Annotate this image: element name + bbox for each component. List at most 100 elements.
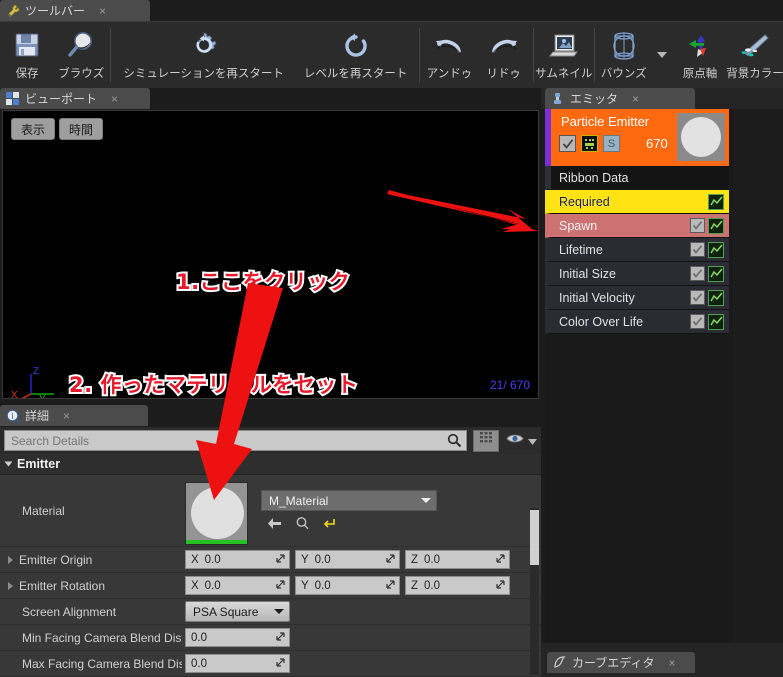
grid-view-button[interactable]: [473, 429, 499, 452]
emitter-module-lifetime[interactable]: Lifetime: [545, 238, 729, 262]
viewport-button-display[interactable]: 表示: [11, 118, 56, 140]
screen-alignment-value: PSA Square: [193, 604, 259, 619]
screen-alignment-combo-box[interactable]: PSA Square: [185, 601, 290, 622]
drag-handle-icon[interactable]: [275, 553, 286, 567]
toolbar-button-redo[interactable]: リドゥ: [477, 22, 531, 88]
min-facing-field[interactable]: 0.0: [185, 628, 290, 647]
property-row-min-facing-camera-blend-distance: Min Facing Camera Blend Distan 0.0: [0, 625, 541, 651]
emitter-column: Particle Emitter S 670 Ribbon Data Requi…: [545, 109, 729, 334]
property-value-screen-alignment: PSA Square: [182, 601, 541, 622]
property-row-max-facing-camera-blend-distance: Max Facing Camera Blend Distar 0.0: [0, 651, 541, 677]
curve-editor-tab-strip: カーブエディタ ×: [541, 643, 783, 673]
bounds-dropdown-caret[interactable]: [651, 22, 673, 88]
emitter-module-required[interactable]: Required: [545, 190, 729, 214]
emitter-module-color-over-life[interactable]: Color Over Life: [545, 310, 729, 334]
tab-viewport[interactable]: ビューポート ×: [0, 88, 150, 109]
emitter-rotation-z-field[interactable]: Z 0.0: [405, 576, 510, 595]
max-facing-field[interactable]: 0.0: [185, 654, 290, 673]
viewport-canvas[interactable]: 表示 時間 1.ここをクリック 2. 作ったマテリアルをセット Z Y X 21…: [2, 110, 539, 399]
module-enabled-checkbox[interactable]: [690, 218, 705, 233]
toolbar-button-restart-sim[interactable]: シミュレーションを再スタート: [113, 22, 294, 88]
property-row-emitter-rotation: Emitter Rotation X 0.0 Y 0.0 Z 0.0: [0, 573, 541, 599]
drag-handle-icon[interactable]: [275, 657, 286, 671]
toolbar-button-restart-level-label: レベルを再スタート: [303, 68, 408, 80]
emitter-origin-y-field[interactable]: Y 0.0: [295, 550, 400, 569]
drag-handle-icon[interactable]: [275, 579, 286, 593]
toolbar-button-undo[interactable]: アンドゥ: [422, 22, 476, 88]
back-arrow-icon[interactable]: [265, 515, 283, 531]
drag-handle-icon[interactable]: [495, 579, 506, 593]
close-icon[interactable]: ×: [99, 5, 106, 17]
curve-toggle-icon[interactable]: [708, 193, 724, 210]
emitter-module-spawn[interactable]: Spawn: [545, 214, 729, 238]
toolbar-button-save[interactable]: 保存: [0, 22, 54, 88]
module-enabled-checkbox[interactable]: [690, 266, 705, 281]
details-content: Emitter Material M_Material Emitter Orig…: [0, 454, 541, 677]
property-value-emitter-rotation: X 0.0 Y 0.0 Z 0.0: [182, 576, 541, 595]
property-label-emitter-origin[interactable]: Emitter Origin: [0, 553, 182, 567]
emitter-module-initial-size[interactable]: Initial Size: [545, 262, 729, 286]
emitter-panel: エミッタ × Particle Emitter S 670 Ribbon Dat…: [541, 88, 783, 643]
module-enabled-checkbox[interactable]: [690, 290, 705, 305]
emitter-header-title: Particle Emitter: [561, 114, 650, 129]
property-label-material: Material: [22, 503, 65, 518]
property-label-emitter-rotation[interactable]: Emitter Rotation: [0, 579, 182, 593]
drag-handle-icon[interactable]: [385, 553, 396, 567]
close-icon[interactable]: ×: [668, 657, 675, 669]
emitter-rotation-y-field[interactable]: Y 0.0: [295, 576, 400, 595]
search-input[interactable]: [4, 430, 467, 451]
emitter-enabled-checkbox[interactable]: [559, 135, 576, 152]
tab-curve-editor[interactable]: カーブエディタ ×: [547, 652, 695, 673]
material-thumbnail[interactable]: [185, 482, 248, 545]
curve-toggle-icon[interactable]: [708, 217, 724, 234]
toolbar-button-browse[interactable]: ブラウズ: [54, 22, 108, 88]
curve-toggle-icon[interactable]: [708, 289, 724, 306]
tab-details[interactable]: i 詳細 ×: [0, 405, 148, 426]
emitter-module-ribbon-data[interactable]: Ribbon Data: [545, 166, 729, 190]
drag-handle-icon[interactable]: [385, 579, 396, 593]
details-panel: i 詳細 × Search Details Emitter Material M…: [0, 401, 541, 677]
details-category-emitter[interactable]: Emitter: [0, 454, 541, 475]
emitter-origin-x-field[interactable]: X 0.0: [185, 550, 290, 569]
chevron-down-icon: [528, 432, 537, 450]
tab-toolbar[interactable]: ツールバー ×: [0, 0, 150, 21]
module-enabled-checkbox[interactable]: [690, 314, 705, 329]
close-icon[interactable]: ×: [111, 93, 118, 105]
toolbar-button-thumbnail-label: サムネイル: [535, 68, 593, 80]
toolbar-separator-3: [532, 28, 534, 82]
emitter-rotation-x-field[interactable]: X 0.0: [185, 576, 290, 595]
emitter-thumbnail[interactable]: [677, 113, 725, 161]
details-scrollbar-thumb[interactable]: [530, 510, 539, 565]
reset-icon[interactable]: [321, 515, 339, 531]
toolbar-button-origin-axis[interactable]: 原点軸: [673, 22, 727, 88]
curve-toggle-icon[interactable]: [708, 241, 724, 258]
viewport-grid-icon: [6, 91, 20, 106]
emitter-origin-z-field[interactable]: Z 0.0: [405, 550, 510, 569]
curve-toggle-icon[interactable]: [708, 265, 724, 282]
browse-icon[interactable]: [293, 515, 311, 531]
emitter-solo-button[interactable]: S: [603, 135, 620, 152]
viewport-button-display-label: 表示: [21, 122, 46, 137]
eye-view-options-button[interactable]: [506, 432, 537, 450]
material-combo-box[interactable]: M_Material: [261, 490, 437, 511]
toolbar-button-restart-level[interactable]: レベルを再スタート: [294, 22, 418, 88]
close-icon[interactable]: ×: [63, 410, 70, 422]
toolbar-button-bounds[interactable]: バウンズ: [597, 22, 651, 88]
toolbar-button-thumbnail[interactable]: サムネイル: [535, 22, 593, 88]
emitter-header[interactable]: Particle Emitter S 670: [545, 109, 729, 166]
toolbar-button-bounds-label: バウンズ: [600, 68, 647, 80]
search-icon[interactable]: [447, 433, 462, 453]
curve-toggle-icon[interactable]: [708, 313, 724, 330]
emitter-detail-mode-icon[interactable]: [581, 135, 598, 152]
module-enabled-checkbox[interactable]: [690, 242, 705, 257]
toolbar-button-background-color[interactable]: 背景カラー: [726, 22, 783, 88]
viewport-button-time[interactable]: 時間: [59, 118, 104, 140]
material-combo-value: M_Material: [269, 493, 329, 508]
emitter-icon: [551, 92, 565, 106]
tab-emitter[interactable]: エミッタ ×: [545, 88, 695, 109]
close-icon[interactable]: ×: [632, 93, 639, 105]
drag-handle-icon[interactable]: [495, 553, 506, 567]
emitter-module-initial-velocity[interactable]: Initial Velocity: [545, 286, 729, 310]
restart-sim-gear-icon: [187, 28, 221, 64]
drag-handle-icon[interactable]: [275, 631, 286, 645]
